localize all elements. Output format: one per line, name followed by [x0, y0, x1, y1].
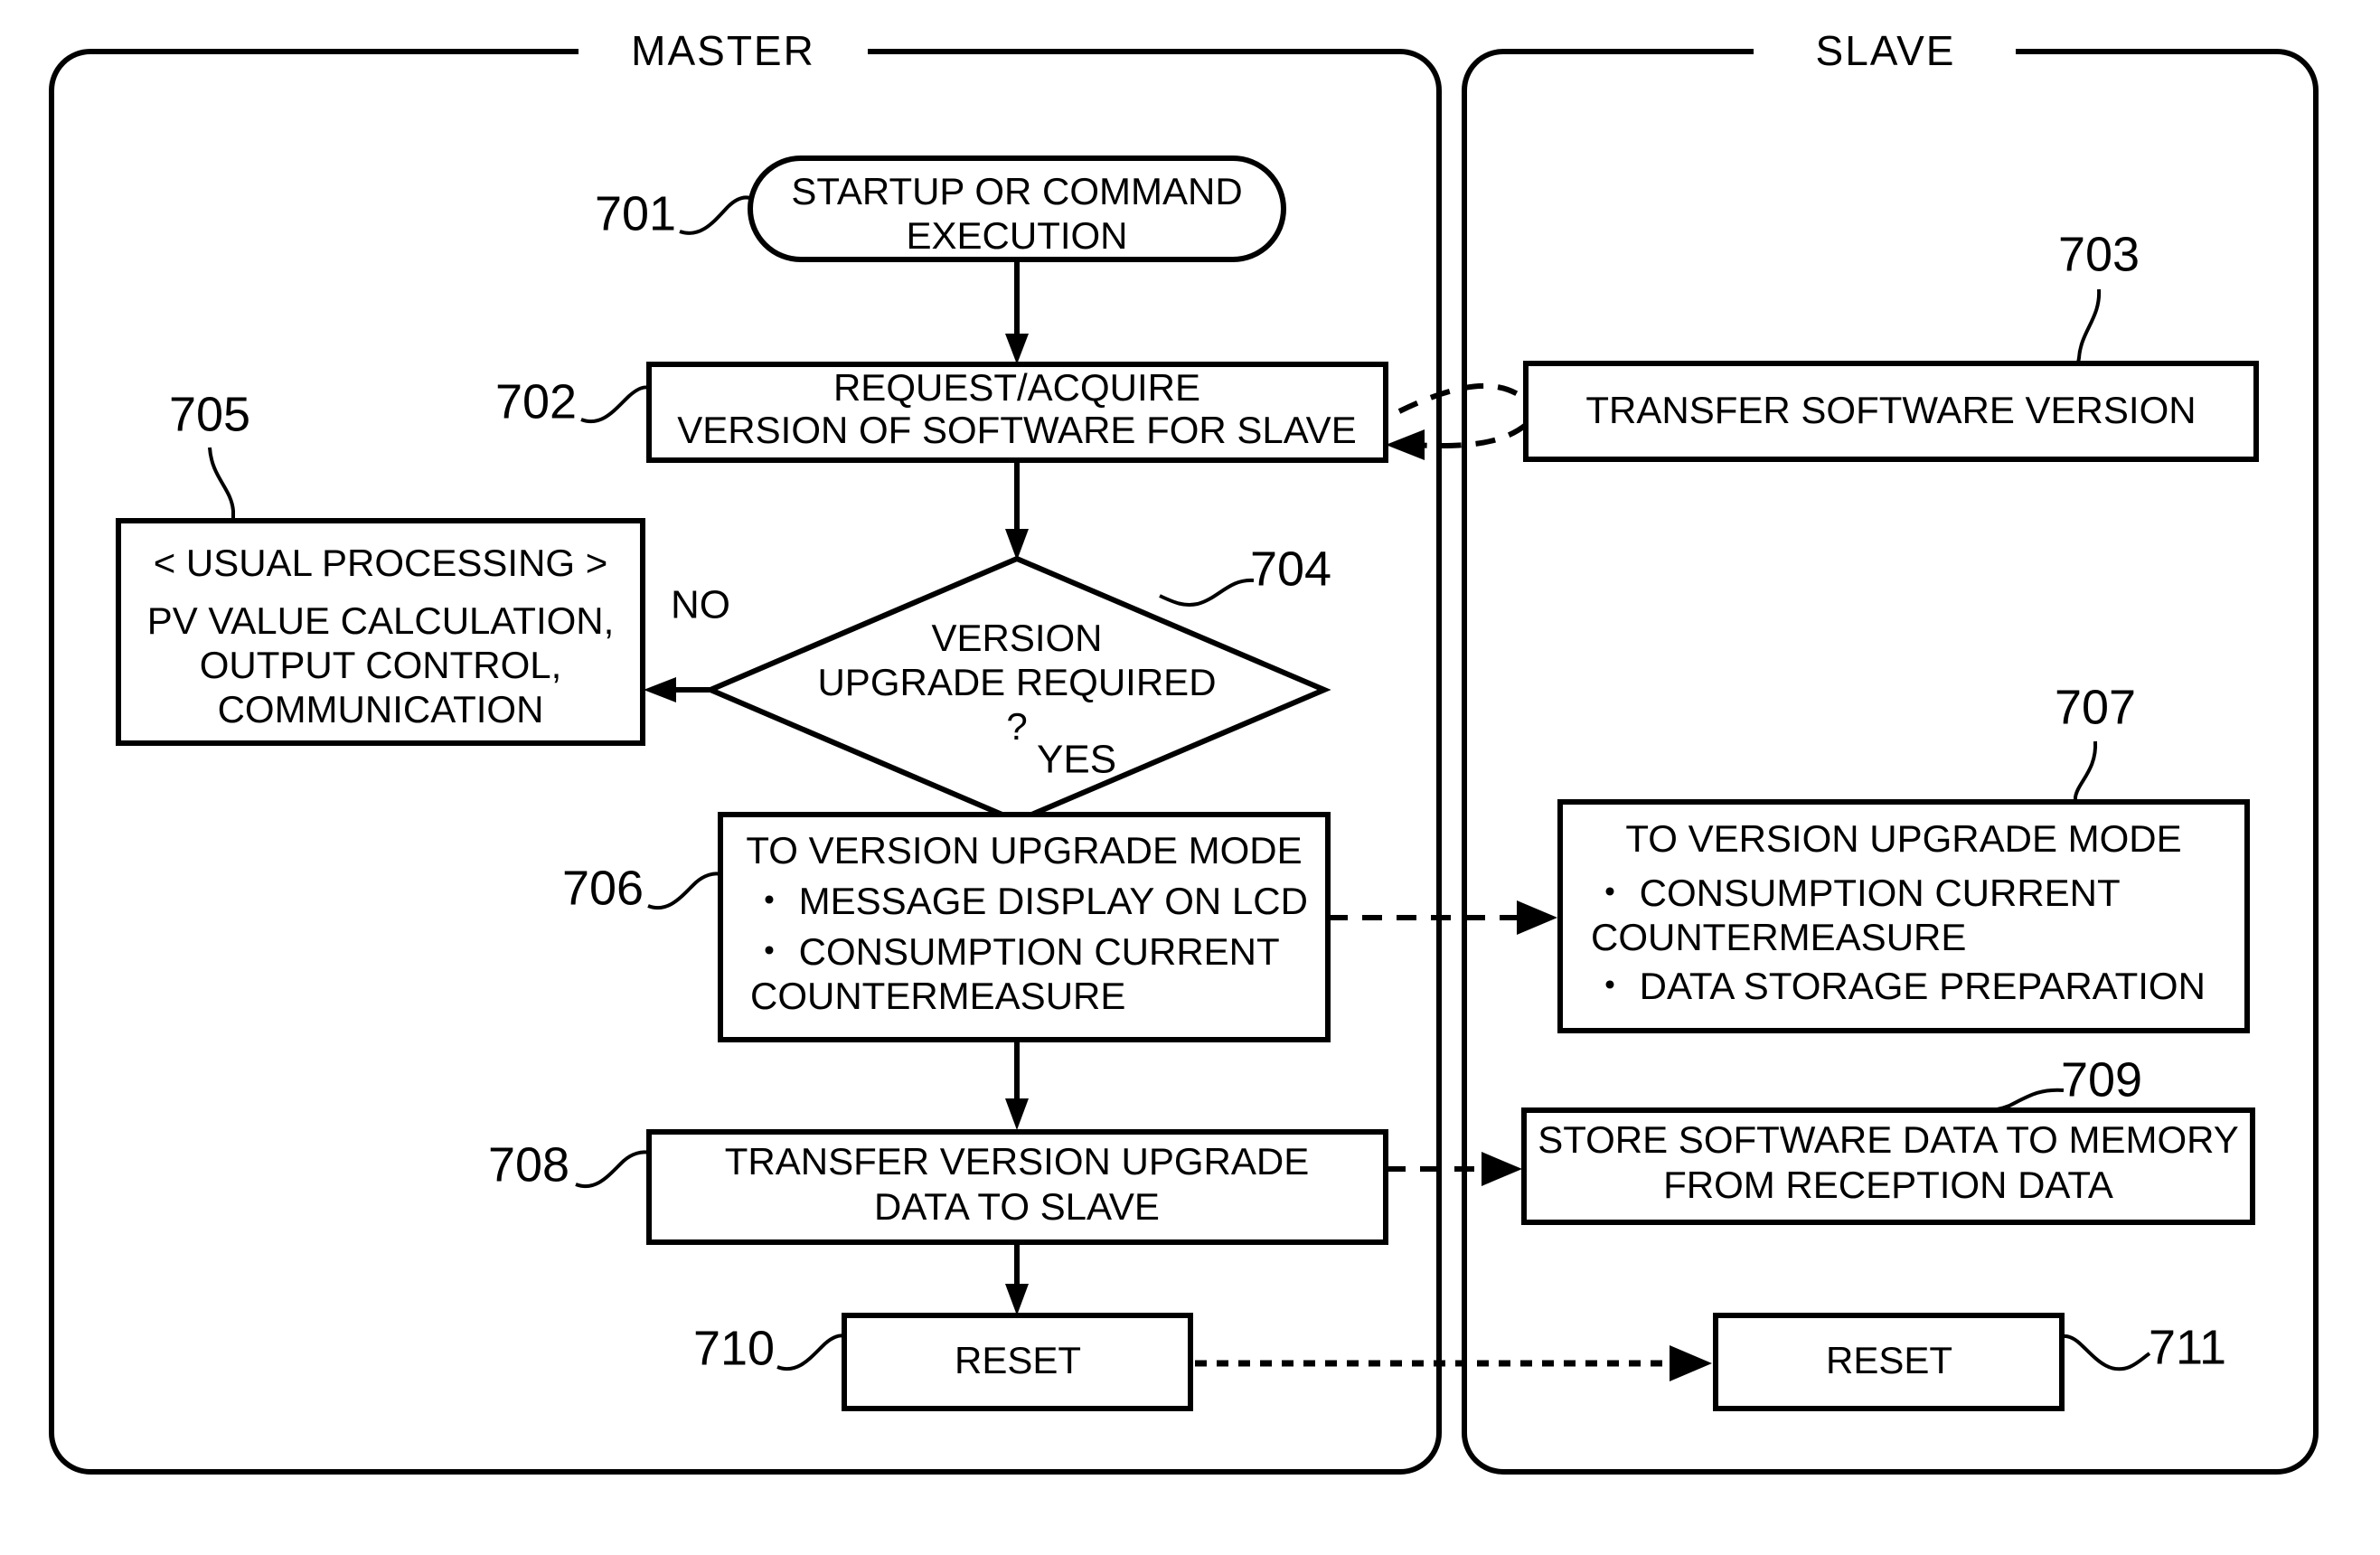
ref-label-709: 709 [2061, 1052, 2142, 1107]
ref-701-callout: 701 [595, 186, 751, 240]
ref-701-leader-line [679, 195, 751, 235]
node-706-to-version-upgrade-mode-master[interactable]: TO VERSION UPGRADE MODE ・ MESSAGE DISPLA… [718, 812, 1331, 1042]
ref-label-705: 705 [169, 387, 250, 441]
node-701-line-1: STARTUP OR COMMAND [791, 170, 1242, 212]
connector-706-to-708 [1005, 1040, 1029, 1130]
ref-709-leader-line [1986, 1088, 2065, 1112]
node-709-line-1: STORE SOFTWARE DATA TO MEMORY [1538, 1118, 2239, 1161]
node-707-line-1: TO VERSION UPGRADE MODE [1625, 817, 2181, 860]
node-707-line-3: COUNTERMEASURE [1591, 916, 1966, 958]
node-705-line-2: PV VALUE CALCULATION, [147, 599, 615, 642]
node-704-line-3: ? [1006, 705, 1027, 748]
ref-706-callout: 706 [562, 861, 721, 915]
node-709-line-2: FROM RECEPTION DATA [1663, 1164, 2113, 1206]
ref-709-callout: 709 [1986, 1052, 2142, 1112]
node-706-line-4: COUNTERMEASURE [750, 975, 1125, 1017]
node-706-line-2: ・ MESSAGE DISPLAY ON LCD [750, 880, 1308, 922]
ref-label-702: 702 [495, 374, 577, 429]
node-711-reset-slave[interactable]: RESET [1713, 1313, 2065, 1411]
node-708-transfer-version-upgrade-data[interactable]: TRANSFER VERSION UPGRADE DATA TO SLAVE [646, 1129, 1388, 1245]
ref-label-711: 711 [2149, 1320, 2226, 1374]
node-703-line-1: TRANSFER SOFTWARE VERSION [1585, 389, 2196, 431]
flowchart-diagram: MASTER SLAVE STARTUP OR COMMAND EXECUTIO… [49, 27, 2319, 1475]
ref-710-leader-line [776, 1334, 845, 1371]
node-707-to-version-upgrade-mode-slave[interactable]: TO VERSION UPGRADE MODE ・ CONSUMPTION CU… [1557, 799, 2250, 1033]
ref-703-callout: 703 [2058, 227, 2140, 366]
ref-702-callout: 702 [495, 374, 650, 429]
node-710-reset-master[interactable]: RESET [842, 1313, 1193, 1411]
ref-706-leader-line [647, 872, 721, 909]
node-706-line-1: TO VERSION UPGRADE MODE [746, 829, 1302, 872]
node-710-line-1: RESET [955, 1339, 1081, 1381]
node-705-line-1: < USUAL PROCESSING > [154, 542, 608, 584]
connector-701-to-702 [1005, 259, 1029, 364]
ref-708-callout: 708 [488, 1137, 650, 1192]
ref-707-leader-line [2074, 740, 2098, 803]
branch-label-no: NO [671, 583, 730, 627]
node-703-transfer-software-version[interactable]: TRANSFER SOFTWARE VERSION [1523, 361, 2259, 462]
ref-705-callout: 705 [169, 387, 250, 521]
node-707-line-4: ・ DATA STORAGE PREPARATION [1591, 965, 2206, 1007]
ref-label-704: 704 [1250, 542, 1331, 596]
ref-711-callout: 711 [2061, 1320, 2226, 1374]
node-702-request-acquire-version[interactable]: REQUEST/ACQUIRE VERSION OF SOFTWARE FOR … [646, 362, 1388, 463]
figure-canvas: MASTER SLAVE STARTUP OR COMMAND EXECUTIO… [0, 0, 2380, 1555]
panel-slave: SLAVE [1462, 27, 2319, 1475]
link-702-703-arrowhead [1386, 429, 1425, 460]
node-704-line-2: UPGRADE REQUIRED [817, 661, 1216, 703]
node-704-version-upgrade-required[interactable]: VERSION UPGRADE REQUIRED ? [703, 555, 1331, 825]
node-709-store-software-data[interactable]: STORE SOFTWARE DATA TO MEMORY FROM RECEP… [1521, 1107, 2255, 1225]
panel-slave-title: SLAVE [1816, 27, 1956, 74]
node-708-line-2: DATA TO SLAVE [874, 1185, 1160, 1228]
ref-704-callout: 704 [1159, 542, 1331, 607]
ref-label-703: 703 [2058, 227, 2140, 281]
ref-707-callout: 707 [2055, 680, 2136, 803]
ref-label-708: 708 [488, 1137, 569, 1192]
link-708-to-709 [1386, 1152, 1522, 1186]
ref-704-leader-line [1159, 578, 1255, 607]
link-710-to-711 [1195, 1345, 1712, 1381]
ref-703-leader-line [2076, 288, 2102, 366]
ref-label-707: 707 [2055, 680, 2136, 734]
node-705-line-4: COMMUNICATION [218, 688, 544, 730]
ref-label-706: 706 [562, 861, 644, 915]
connector-702-to-704 [1005, 460, 1029, 561]
node-705-line-3: OUTPUT CONTROL, [200, 644, 562, 686]
node-707-line-2: ・ CONSUMPTION CURRENT [1591, 872, 2121, 914]
panel-master-title: MASTER [631, 27, 815, 74]
node-701-startup-or-command-execution[interactable]: STARTUP OR COMMAND EXECUTION [748, 156, 1286, 262]
link-702-703-lower-curve [1409, 422, 1528, 448]
node-706-line-3: ・ CONSUMPTION CURRENT [750, 930, 1280, 973]
panel-master-border [49, 49, 1442, 1475]
ref-708-leader-line [575, 1150, 650, 1188]
ref-label-701: 701 [595, 186, 676, 240]
ref-710-callout: 710 [693, 1321, 845, 1375]
node-708-line-1: TRANSFER VERSION UPGRADE [725, 1140, 1309, 1183]
ref-711-leader-line [2061, 1334, 2151, 1371]
ref-702-leader-line [580, 385, 650, 423]
node-701-line-2: EXECUTION [906, 214, 1127, 257]
ref-label-710: 710 [693, 1321, 775, 1375]
node-704-line-1: VERSION [931, 617, 1102, 659]
panel-slave-border [1462, 49, 2319, 1475]
ref-705-leader-line [208, 447, 236, 521]
connector-708-to-710 [1005, 1242, 1029, 1315]
node-711-line-1: RESET [1826, 1339, 1952, 1381]
link-702-703-bidirectional [1386, 382, 1528, 460]
branch-label-yes: YES [1037, 738, 1116, 782]
node-702-line-1: REQUEST/ACQUIRE [833, 366, 1200, 409]
node-702-line-2: VERSION OF SOFTWARE FOR SLAVE [677, 409, 1356, 451]
node-705-usual-processing[interactable]: < USUAL PROCESSING > PV VALUE CALCULATIO… [116, 518, 645, 746]
link-706-to-707 [1328, 900, 1557, 935]
